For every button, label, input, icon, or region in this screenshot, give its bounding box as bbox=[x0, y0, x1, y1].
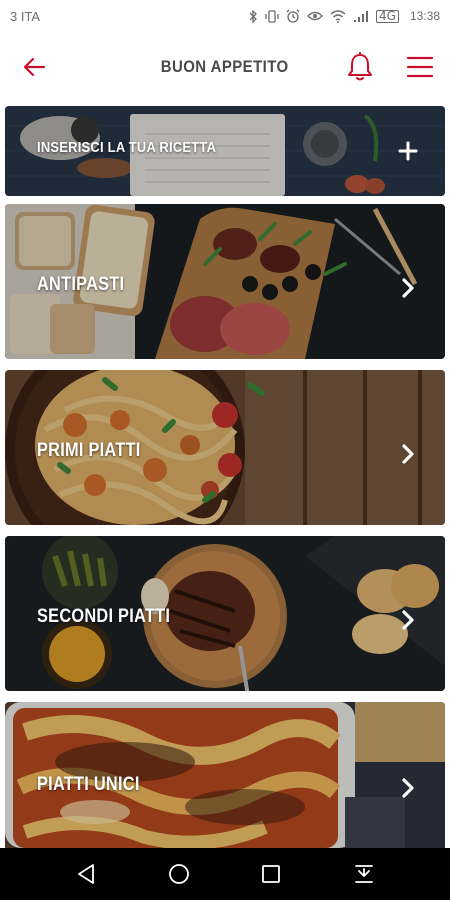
plus-icon bbox=[398, 141, 418, 161]
nav-notifications-button[interactable] bbox=[344, 854, 384, 894]
chevron-right-icon bbox=[402, 610, 414, 630]
chevron-right-icon bbox=[402, 778, 414, 798]
category-card-primi-piatti[interactable]: PRIMI PIATTI bbox=[5, 370, 445, 525]
chevron-right-icon bbox=[402, 444, 414, 464]
antipasti-label: ANTIPASTI bbox=[37, 274, 125, 295]
clock: 13:38 bbox=[409, 9, 440, 23]
alarm-icon bbox=[286, 9, 300, 23]
nav-recents-button[interactable] bbox=[251, 854, 291, 894]
secondi-piatti-label: SECONDI PIATTI bbox=[37, 606, 171, 627]
signal-icon bbox=[353, 10, 369, 23]
primi-piatti-label: PRIMI PIATTI bbox=[37, 440, 141, 461]
app-bar: BUON APPETITO bbox=[0, 32, 450, 102]
bluetooth-icon bbox=[248, 9, 258, 23]
eye-comfort-icon bbox=[307, 10, 323, 22]
add-recipe-label: INSERISCI LA TUA RICETTA bbox=[37, 139, 217, 156]
system-navigation-bar bbox=[0, 848, 450, 900]
triangle-back-icon bbox=[78, 864, 95, 884]
status-bar: 3 ITA 4G 13:38 bbox=[0, 0, 450, 32]
arrow-left-icon bbox=[23, 57, 46, 77]
piatti-unici-label: PIATTI UNICI bbox=[37, 774, 140, 795]
chevron-right-icon bbox=[402, 278, 414, 298]
category-card-piatti-unici[interactable]: PIATTI UNICI bbox=[5, 702, 445, 848]
notifications-button[interactable] bbox=[344, 50, 376, 84]
page-title: BUON APPETITO bbox=[161, 57, 289, 76]
nav-home-button[interactable] bbox=[159, 854, 199, 894]
vibrate-icon bbox=[265, 9, 279, 23]
bell-icon bbox=[348, 52, 372, 81]
hamburger-menu-icon bbox=[406, 56, 434, 78]
square-recents-icon bbox=[262, 865, 281, 883]
wifi-icon bbox=[330, 9, 346, 23]
carrier-label: 3 ITA bbox=[10, 8, 41, 24]
back-button[interactable] bbox=[18, 52, 50, 82]
add-recipe-card[interactable]: INSERISCI LA TUA RICETTA bbox=[5, 106, 445, 196]
category-card-antipasti[interactable]: ANTIPASTI bbox=[5, 204, 445, 359]
pull-down-icon bbox=[354, 865, 373, 883]
battery-icon: 4G bbox=[376, 9, 399, 23]
circle-home-icon bbox=[168, 864, 189, 884]
status-icons: 4G 13:38 bbox=[248, 9, 440, 23]
nav-back-button[interactable] bbox=[66, 854, 106, 894]
category-card-secondi-piatti[interactable]: SECONDI PIATTI bbox=[5, 536, 445, 691]
menu-button[interactable] bbox=[402, 50, 438, 84]
